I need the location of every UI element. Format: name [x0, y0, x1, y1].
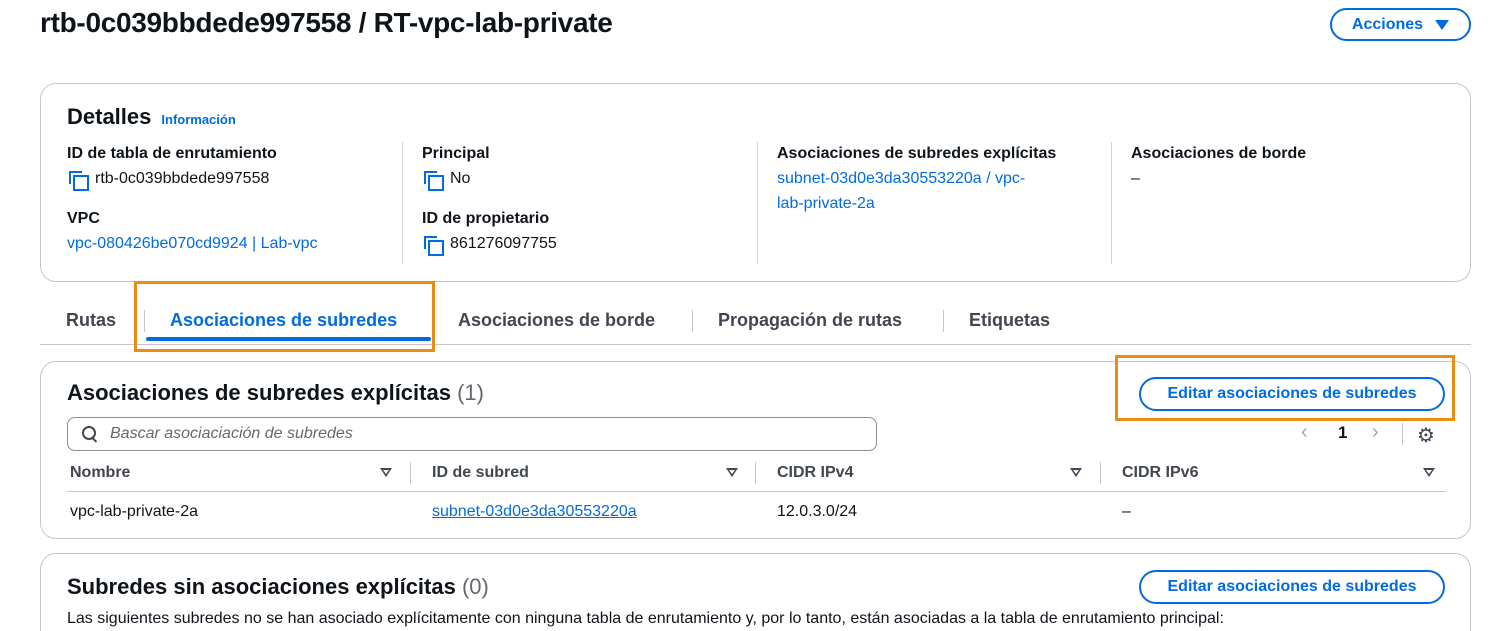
explicit-association-link[interactable]: subnet-03d0e3da30553220a / vpc-	[777, 170, 1025, 187]
column-header-cidr-ipv6[interactable]: CIDR IPv6	[1122, 464, 1198, 482]
column-header-cidr-ipv4[interactable]: CIDR IPv4	[777, 464, 853, 482]
page-number[interactable]: 1	[1338, 423, 1347, 443]
gear-icon[interactable]: ⚙	[1417, 423, 1435, 448]
no-explicit-associations-panel: Subredes sin asociaciones explícitas (0)…	[40, 553, 1471, 631]
details-column-4: Asociaciones de borde –	[1131, 144, 1306, 189]
sort-icon[interactable]	[726, 468, 738, 477]
details-column-2: Principal No ID de propietario 861276097…	[422, 144, 557, 256]
tab-route-propagation[interactable]: Propagación de rutas	[718, 310, 902, 331]
details-heading: Detalles	[67, 104, 152, 129]
tab-divider	[692, 310, 693, 332]
table-header: Nombre ID de subred CIDR IPv4 CIDR IPv6	[67, 458, 1446, 492]
cell-cidr-ipv6: –	[1122, 503, 1131, 520]
route-table-id-label: ID de tabla de enrutamiento	[67, 145, 277, 162]
column-divider	[402, 142, 403, 264]
section-title: Asociaciones de subredes explícitas	[67, 380, 451, 405]
section-title: Subredes sin asociaciones explícitas	[67, 574, 456, 599]
main-value: No	[450, 170, 471, 187]
column-header-subnet-id[interactable]: ID de subred	[432, 464, 529, 482]
column-header-name[interactable]: Nombre	[70, 464, 130, 482]
search-box	[67, 417, 877, 451]
search-input[interactable]	[110, 425, 810, 443]
copy-icon[interactable]	[422, 234, 444, 256]
section-count: (0)	[461, 574, 489, 599]
cell-subnet-id-link[interactable]: subnet-03d0e3da30553220a	[432, 503, 637, 521]
chevron-right-icon[interactable]: ›	[1372, 421, 1379, 444]
column-divider	[1100, 462, 1101, 484]
details-column-1: ID de tabla de enrutamiento rtb-0c039bbd…	[67, 144, 318, 254]
explicit-associations-label: Asociaciones de subredes explícitas	[777, 145, 1057, 162]
tab-tags[interactable]: Etiquetas	[969, 310, 1050, 331]
details-panel: Detalles Información ID de tabla de enru…	[40, 83, 1471, 282]
sort-icon[interactable]	[380, 468, 392, 477]
cell-name: vpc-lab-private-2a	[70, 503, 199, 520]
route-table-id-value: rtb-0c039bbdede997558	[95, 170, 270, 187]
sort-icon[interactable]	[1423, 468, 1435, 477]
sort-icon[interactable]	[1070, 468, 1082, 477]
vpc-label: VPC	[67, 210, 100, 227]
highlight-box-tab	[134, 281, 435, 352]
copy-icon[interactable]	[422, 169, 444, 191]
highlight-box-edit	[1115, 355, 1455, 421]
edge-associations-value: –	[1131, 170, 1140, 187]
column-divider	[755, 462, 756, 484]
main-label: Principal	[422, 145, 490, 162]
section-description: Las siguientes subredes no se han asocia…	[67, 610, 1224, 627]
page-title: rtb-0c039bbdede997558 / RT-vpc-lab-priva…	[40, 7, 613, 38]
actions-button-label: Acciones	[1351, 15, 1424, 33]
edge-associations-label: Asociaciones de borde	[1131, 145, 1307, 162]
search-icon	[82, 426, 98, 442]
owner-id-value: 861276097755	[450, 235, 557, 252]
pager-divider	[1402, 423, 1403, 445]
column-divider	[757, 142, 758, 264]
explicit-association-link-cont[interactable]: lab-private-2a	[777, 195, 875, 212]
cell-cidr-ipv4: 12.0.3.0/24	[777, 503, 858, 520]
column-divider	[1111, 142, 1112, 264]
table-row: vpc-lab-private-2a subnet-03d0e3da305532…	[67, 494, 1446, 532]
owner-id-label: ID de propietario	[422, 210, 550, 227]
column-divider	[410, 462, 411, 484]
tab-divider	[943, 310, 944, 332]
actions-button[interactable]: Acciones	[1330, 8, 1471, 41]
details-column-3: Asociaciones de subredes explícitas subn…	[777, 144, 1056, 216]
vpc-link[interactable]: vpc-080426be070cd9924 | Lab-vpc	[67, 234, 318, 254]
caret-down-icon	[1435, 19, 1450, 30]
section-count: (1)	[457, 380, 484, 405]
chevron-left-icon[interactable]: ‹	[1301, 421, 1308, 444]
tab-routes[interactable]: Rutas	[66, 310, 116, 331]
copy-icon[interactable]	[67, 169, 89, 191]
info-link[interactable]: Información	[161, 112, 235, 127]
edit-subnet-associations-button-2[interactable]: Editar asociaciones de subredes	[1139, 570, 1445, 604]
tab-edge-associations[interactable]: Asociaciones de borde	[458, 310, 655, 331]
